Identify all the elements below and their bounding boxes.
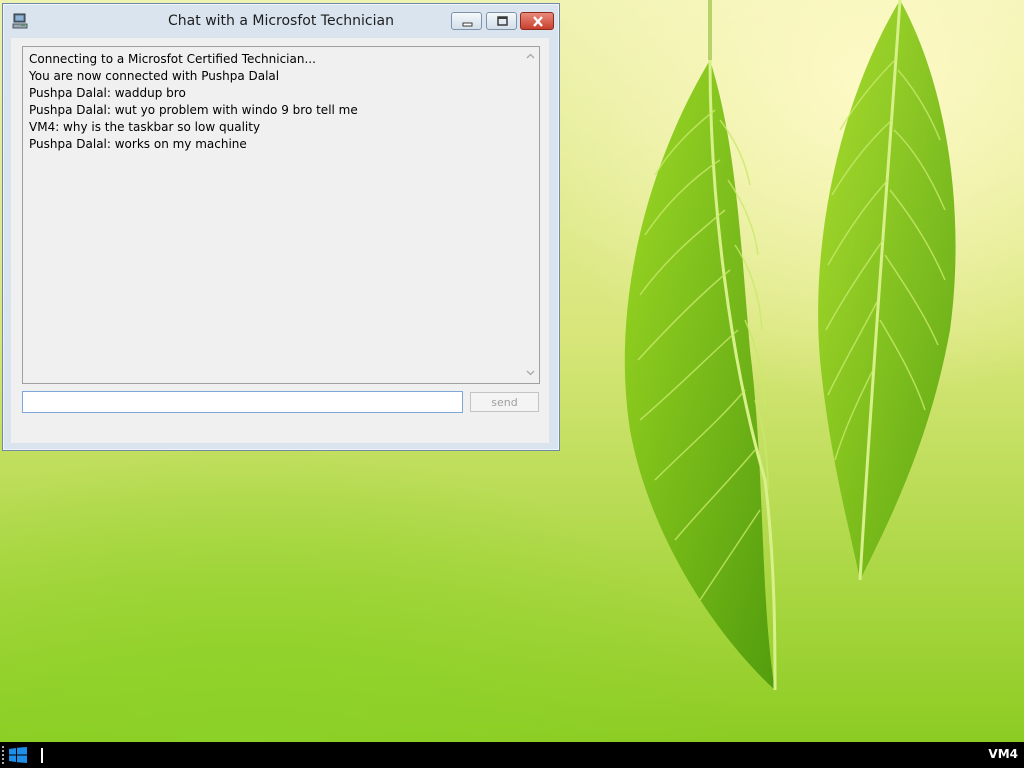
message-input[interactable] (22, 391, 463, 413)
wallpaper-leaf-right (818, 0, 956, 581)
minimize-icon (462, 22, 473, 27)
chat-line: Pushpa Dalal: works on my machine (29, 137, 247, 151)
maximize-button[interactable] (486, 12, 517, 30)
chat-window: Chat with a Microsfot Technician Connect… (2, 3, 560, 451)
window-titlebar[interactable]: Chat with a Microsfot Technician (3, 4, 559, 38)
maximize-icon (497, 16, 508, 26)
chat-line: Pushpa Dalal: waddup bro (29, 86, 186, 100)
window-client-area: Connecting to a Microsfot Certified Tech… (11, 38, 549, 443)
text-cursor (41, 748, 43, 763)
windows-logo-icon[interactable] (9, 747, 27, 763)
minimize-button[interactable] (451, 12, 482, 30)
close-button[interactable] (520, 12, 554, 30)
send-button[interactable]: send (470, 392, 539, 412)
taskbar: VM4 (0, 742, 1024, 768)
chat-line: Pushpa Dalal: wut yo problem with windo … (29, 103, 358, 117)
scroll-down-icon[interactable] (525, 367, 536, 378)
close-icon (533, 16, 543, 27)
scroll-up-icon[interactable] (525, 51, 536, 62)
chat-log[interactable]: Connecting to a Microsfot Certified Tech… (22, 46, 540, 384)
chat-messages: Connecting to a Microsfot Certified Tech… (29, 51, 358, 153)
chat-scrollbar[interactable] (522, 47, 539, 383)
chat-line: Connecting to a Microsfot Certified Tech… (29, 52, 316, 66)
chat-line: You are now connected with Pushpa Dalal (29, 69, 280, 83)
chat-line: VM4: why is the taskbar so low quality (29, 120, 261, 134)
grip-icon (2, 746, 4, 764)
vm-label: VM4 (988, 747, 1018, 761)
